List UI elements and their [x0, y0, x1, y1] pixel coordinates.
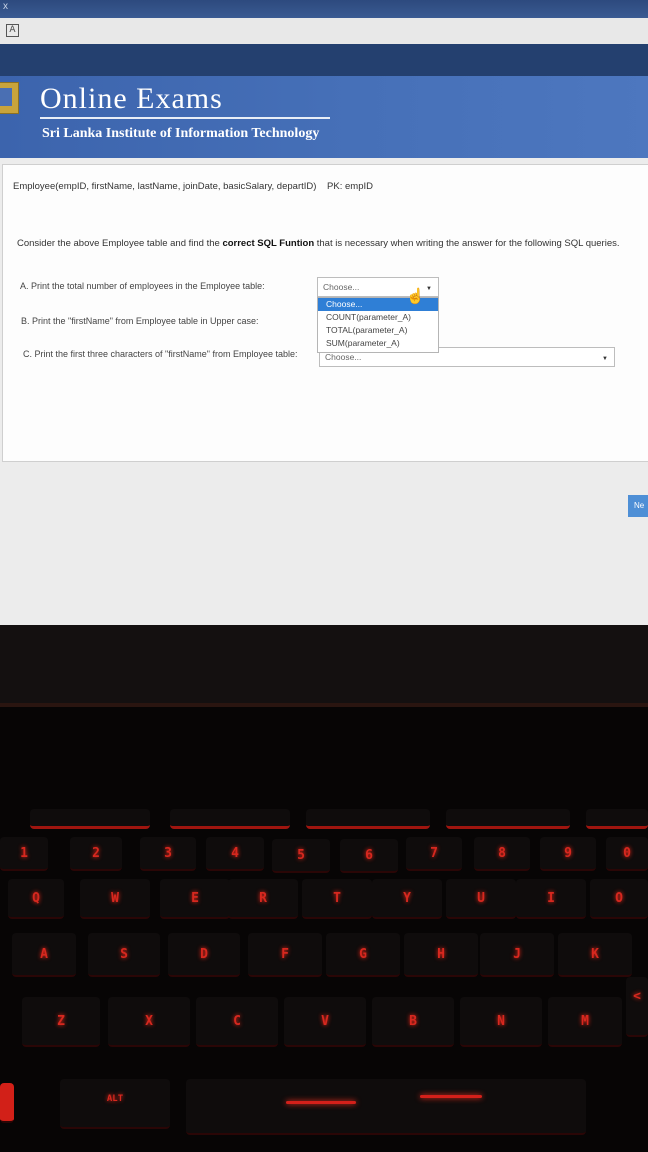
- key-1[interactable]: 1: [0, 837, 48, 871]
- key-z[interactable]: Z: [22, 997, 100, 1047]
- key-3[interactable]: 3: [140, 837, 196, 871]
- key-4[interactable]: 4: [206, 837, 264, 871]
- site-nav-strip: [0, 44, 648, 76]
- key-x[interactable]: X: [108, 997, 190, 1047]
- key-m[interactable]: M: [548, 997, 622, 1047]
- key-y[interactable]: Y: [372, 879, 442, 919]
- option-count[interactable]: COUNT(parameter_A): [318, 311, 438, 324]
- key-e[interactable]: E: [160, 879, 230, 919]
- key-o[interactable]: O: [590, 879, 648, 919]
- close-tab-icon[interactable]: x: [3, 1, 8, 12]
- backlit-keyboard: 1 2 3 4 5 6 7 8 9 0 Q W E R T Y U I O A …: [0, 707, 648, 1152]
- question-b-label: B. Print the "firstName" from Employee t…: [21, 316, 259, 326]
- key-t[interactable]: T: [302, 879, 372, 919]
- option-total[interactable]: TOTAL(parameter_A): [318, 324, 438, 337]
- key-c[interactable]: C: [196, 997, 278, 1047]
- question-intro: Consider the above Employee table and fi…: [17, 235, 648, 252]
- browser-tab-bar: x: [0, 0, 648, 18]
- key-ctrl[interactable]: [0, 1083, 14, 1123]
- intro-emphasis: correct SQL Funtion: [222, 238, 315, 249]
- key-h[interactable]: H: [404, 933, 478, 977]
- key-comma[interactable]: <: [626, 977, 648, 1037]
- title-divider: [40, 117, 330, 119]
- key-space[interactable]: [186, 1079, 586, 1135]
- question-a-label: A. Print the total number of employees i…: [20, 281, 265, 291]
- key-9[interactable]: 9: [540, 837, 596, 871]
- key-n[interactable]: N: [460, 997, 542, 1047]
- key-w[interactable]: W: [80, 879, 150, 919]
- laptop-bezel: [0, 625, 648, 703]
- question-panel: Employee(empID, firstName, lastName, joi…: [2, 164, 648, 462]
- key-2[interactable]: 2: [70, 837, 122, 871]
- site-subtitle: Sri Lanka Institute of Information Techn…: [42, 126, 320, 141]
- function-key[interactable]: [30, 809, 150, 829]
- answer-a-value: Choose...: [323, 282, 360, 292]
- key-q[interactable]: Q: [8, 879, 64, 919]
- spacebar-glow: [420, 1095, 482, 1098]
- dropdown-arrow-icon: ▼: [602, 356, 608, 362]
- primary-key-text: PK: empID: [327, 181, 373, 192]
- key-6[interactable]: 6: [340, 839, 398, 873]
- function-key[interactable]: [306, 809, 430, 829]
- page-icon: A: [6, 24, 19, 37]
- key-v[interactable]: V: [284, 997, 366, 1047]
- key-7[interactable]: 7: [406, 837, 462, 871]
- intro-text-end: that is necessary when writing the answe…: [314, 238, 620, 249]
- answer-a-dropdown-list: Choose... COUNT(parameter_A) TOTAL(param…: [317, 297, 439, 353]
- option-sum[interactable]: SUM(parameter_A): [318, 337, 438, 350]
- institute-logo-icon: [0, 82, 19, 114]
- key-s[interactable]: S: [88, 933, 160, 977]
- key-0[interactable]: 0: [606, 837, 648, 871]
- key-j[interactable]: J: [480, 933, 554, 977]
- key-d[interactable]: D: [168, 933, 240, 977]
- site-header: Online Exams Sri Lanka Institute of Info…: [0, 76, 648, 158]
- function-key[interactable]: [586, 809, 648, 829]
- next-button[interactable]: Ne: [628, 495, 648, 517]
- function-key[interactable]: [446, 809, 570, 829]
- key-8[interactable]: 8: [474, 837, 530, 871]
- table-schema: Employee(empID, firstName, lastName, joi…: [13, 181, 373, 192]
- function-key[interactable]: [170, 809, 290, 829]
- key-f[interactable]: F: [248, 933, 322, 977]
- key-i[interactable]: I: [516, 879, 586, 919]
- key-r[interactable]: R: [228, 879, 298, 919]
- hand-cursor-icon: ☝: [406, 288, 425, 305]
- question-c-label: C. Print the first three characters of "…: [23, 349, 298, 359]
- monitor-screen: x A Online Exams Sri Lanka Institute of …: [0, 0, 648, 625]
- key-alt[interactable]: ALT: [60, 1079, 170, 1129]
- answer-c-value: Choose...: [325, 352, 362, 362]
- browser-address-bar[interactable]: A: [0, 18, 648, 45]
- key-5[interactable]: 5: [272, 839, 330, 873]
- intro-text: Consider the above Employee table and fi…: [17, 238, 223, 249]
- key-u[interactable]: U: [446, 879, 516, 919]
- key-k[interactable]: K: [558, 933, 632, 977]
- site-title: Online Exams: [40, 82, 223, 115]
- schema-text: Employee(empID, firstName, lastName, joi…: [13, 181, 317, 192]
- key-a[interactable]: A: [12, 933, 76, 977]
- key-g[interactable]: G: [326, 933, 400, 977]
- key-b[interactable]: B: [372, 997, 454, 1047]
- spacebar-glow: [286, 1101, 356, 1104]
